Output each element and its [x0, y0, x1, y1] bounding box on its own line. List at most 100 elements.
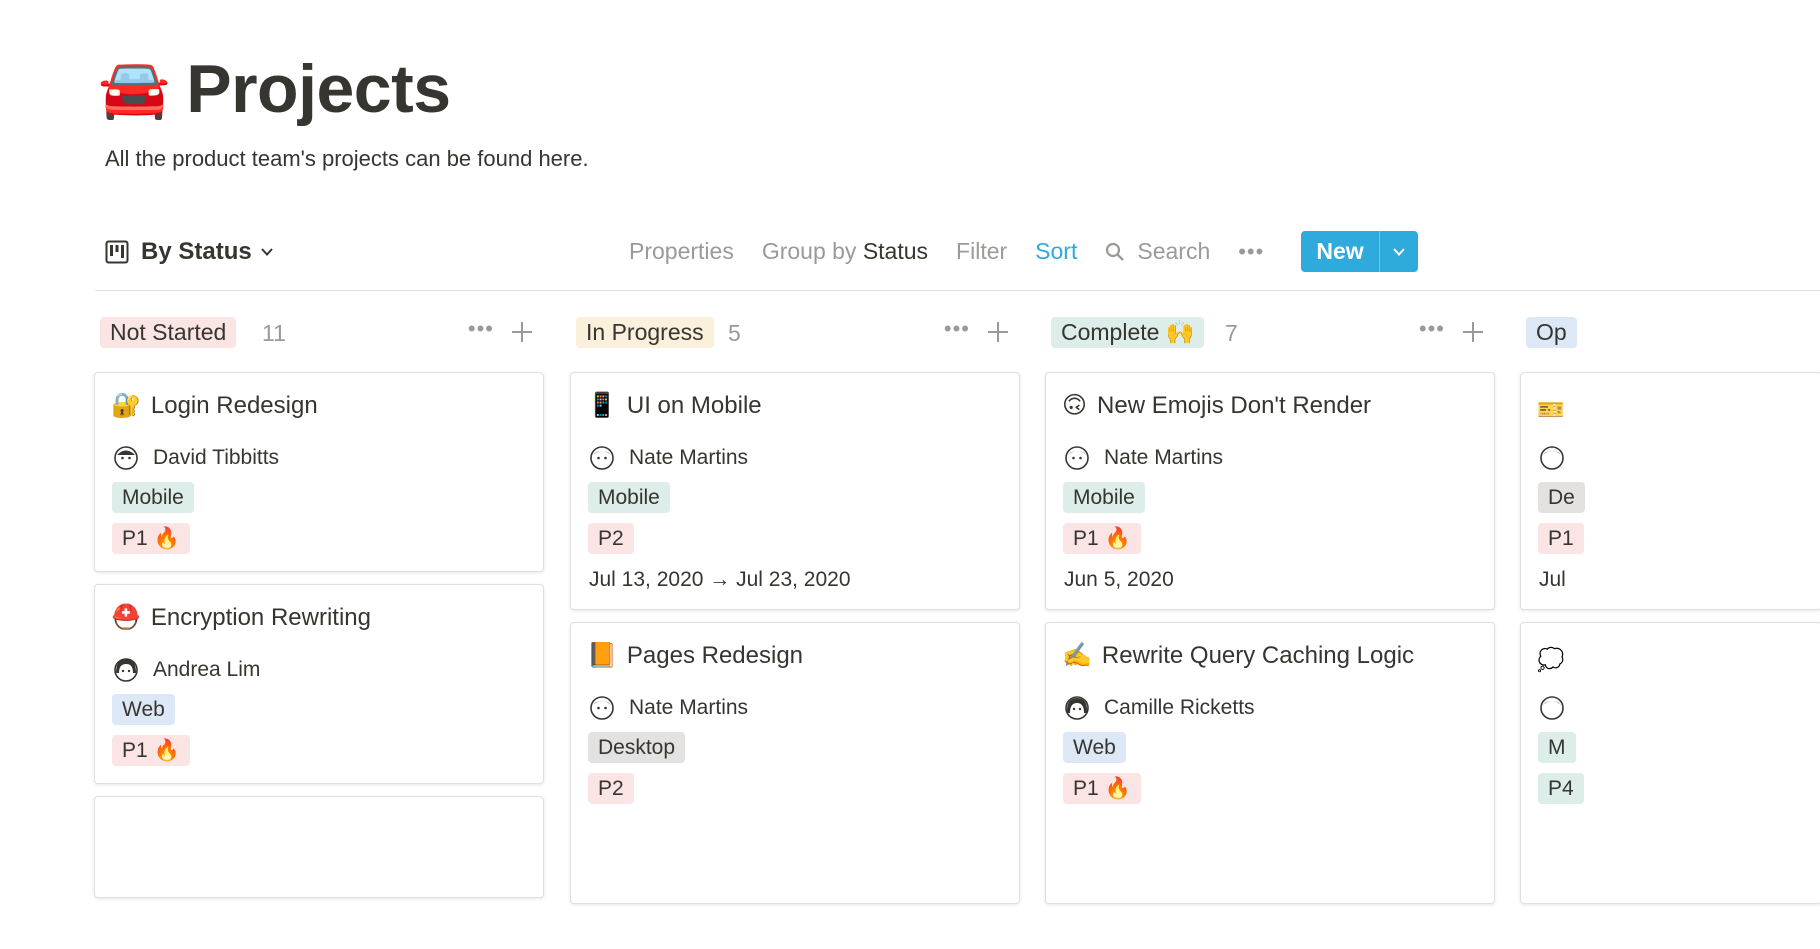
- avatar: [1540, 696, 1564, 720]
- assignee-name: Nate Martins: [629, 696, 749, 719]
- column-header: In Progress 5 •••: [570, 300, 1020, 366]
- card-title: 🙃 New Emojis Don't Render: [1062, 391, 1371, 420]
- card-title-text: UI on Mobile: [626, 391, 762, 419]
- avatar: [590, 696, 614, 720]
- new-page-button[interactable]: New: [1301, 231, 1380, 272]
- column-status-pill[interactable]: Complete 🙌: [1051, 317, 1205, 348]
- tag-chip: Mobile: [1063, 482, 1145, 513]
- page-emoji-icon[interactable]: 🚘: [98, 60, 170, 118]
- column-header: Op: [1520, 300, 1820, 366]
- upside-down-face-icon: 🙃: [1062, 392, 1088, 419]
- add-card-icon[interactable]: [1461, 320, 1485, 344]
- orange-book-icon: 📙: [587, 642, 617, 669]
- card-title: 📙 Pages Redesign: [587, 641, 803, 670]
- assignee-name: Nate Martins: [629, 446, 749, 469]
- card-assignee: Andrea Lim: [113, 657, 260, 683]
- properties-button[interactable]: Properties: [629, 238, 734, 265]
- column-status-pill[interactable]: Not Started: [100, 317, 237, 348]
- tag-chip: Web: [1063, 732, 1126, 763]
- board-card[interactable]: 🔐 Login Redesign David Tibbitts Mobile P…: [94, 372, 544, 572]
- more-options-icon[interactable]: •••: [1238, 239, 1264, 265]
- page-title[interactable]: Projects: [186, 50, 451, 128]
- new-button: New: [1301, 231, 1418, 272]
- view-label: By Status: [141, 238, 252, 265]
- card-assignee: Nate Martins: [1064, 445, 1223, 471]
- column-more-icon[interactable]: •••: [1419, 316, 1445, 342]
- board-card[interactable]: 🙃 New Emojis Don't Render Nate Martins M…: [1045, 372, 1495, 610]
- board-view-icon: [105, 240, 129, 264]
- board-column-not-started: Not Started 11 ••• 🔐 Login Redesign Davi…: [94, 300, 544, 898]
- tag-chip: Mobile: [588, 482, 670, 513]
- tag-chip: Mobile: [112, 482, 194, 513]
- board-column-complete: Complete 🙌 7 ••• 🙃 New Emojis Don't Rend…: [1045, 300, 1495, 904]
- chevron-down-icon: [260, 248, 273, 256]
- card-title-text: Rewrite Query Caching Logic: [1101, 641, 1415, 669]
- board-column-partial: Op 🎫 De P1 Jul 💭 M P4: [1520, 300, 1820, 904]
- card-assignee: David Tibbitts: [113, 445, 279, 471]
- column-header: Not Started 11 •••: [94, 300, 544, 366]
- add-card-icon[interactable]: [510, 320, 534, 344]
- card-title: 📱 UI on Mobile: [587, 391, 762, 420]
- priority-chip: P2: [588, 773, 634, 804]
- avatar: [1065, 446, 1089, 470]
- view-switcher[interactable]: By Status: [105, 238, 274, 266]
- assignee-name: David Tibbitts: [153, 446, 280, 469]
- column-status-pill[interactable]: In Progress: [576, 317, 714, 348]
- priority-chip: P1 🔥: [1063, 523, 1141, 554]
- search-label: Search: [1137, 238, 1211, 264]
- card-date: Jul 13, 2020 → Jul 23, 2020: [589, 568, 851, 591]
- card-assignee: Nate Martins: [589, 695, 748, 721]
- toolbar-actions: Properties Group by Status Filter Sort S…: [629, 238, 1288, 265]
- new-template-dropdown[interactable]: [1380, 231, 1418, 272]
- database-toolbar: By Status Properties Group by Status Fil…: [95, 228, 1820, 291]
- priority-chip: P1 🔥: [1063, 773, 1141, 804]
- column-more-icon[interactable]: •••: [468, 316, 494, 342]
- column-count: 11: [262, 320, 286, 346]
- card-title-text: Login Redesign: [150, 391, 318, 419]
- priority-chip: P2: [588, 523, 634, 554]
- group-by-value: Status: [862, 238, 929, 264]
- lock-key-icon: 🔐: [111, 392, 141, 419]
- column-count: 5: [728, 320, 741, 346]
- column-status-pill[interactable]: Op: [1526, 317, 1577, 348]
- avatar: [114, 658, 138, 682]
- search-button[interactable]: Search: [1105, 238, 1210, 265]
- board-card[interactable]: 📱 UI on Mobile Nate Martins Mobile P2 Ju…: [570, 372, 1020, 610]
- add-card-icon[interactable]: [986, 320, 1010, 344]
- board-card[interactable]: 📙 Pages Redesign Nate Martins Desktop P2: [570, 622, 1020, 904]
- page-description[interactable]: All the product team's projects can be f…: [105, 146, 589, 172]
- card-title: 🔐 Login Redesign: [111, 391, 318, 420]
- sort-button[interactable]: Sort: [1035, 238, 1077, 265]
- card-title-text: New Emojis Don't Render: [1097, 391, 1372, 419]
- board-card[interactable]: ⛑️ Encryption Rewriting Andrea Lim Web P…: [94, 584, 544, 784]
- avatar: [1540, 446, 1564, 470]
- card-title-text: Pages Redesign: [626, 641, 804, 669]
- card-title-text: Encryption Rewriting: [150, 603, 371, 631]
- column-header: Complete 🙌 7 •••: [1045, 300, 1495, 366]
- board-card[interactable]: [94, 796, 544, 898]
- group-by-button[interactable]: Group by Status: [762, 238, 928, 265]
- ticket-icon: 🎫: [1537, 397, 1565, 422]
- assignee-name: Camille Ricketts: [1104, 696, 1255, 719]
- avatar: [1065, 696, 1089, 720]
- writing-hand-icon: ✍️: [1062, 642, 1092, 669]
- card-date: Jul: [1539, 568, 1566, 591]
- search-icon: [1106, 242, 1125, 261]
- card-assignee: Camille Ricketts: [1064, 695, 1255, 721]
- tag-chip: Web: [112, 694, 175, 725]
- avatar: [114, 446, 138, 470]
- priority-chip: P1: [1538, 523, 1584, 554]
- column-more-icon[interactable]: •••: [944, 316, 970, 342]
- assignee-name: Nate Martins: [1104, 446, 1224, 469]
- board-card[interactable]: 🎫 De P1 Jul: [1520, 372, 1820, 610]
- card-date: Jun 5, 2020: [1064, 568, 1174, 591]
- group-by-prefix: Group by: [761, 238, 857, 264]
- card-title: ✍️ Rewrite Query Caching Logic: [1062, 641, 1414, 670]
- priority-chip: P4: [1538, 773, 1584, 804]
- avatar: [590, 446, 614, 470]
- tag-chip: De: [1538, 482, 1585, 513]
- board-card[interactable]: 💭 M P4: [1520, 622, 1820, 904]
- filter-button[interactable]: Filter: [956, 238, 1007, 265]
- tag-chip: M: [1538, 732, 1576, 763]
- board-card[interactable]: ✍️ Rewrite Query Caching Logic Camille R…: [1045, 622, 1495, 904]
